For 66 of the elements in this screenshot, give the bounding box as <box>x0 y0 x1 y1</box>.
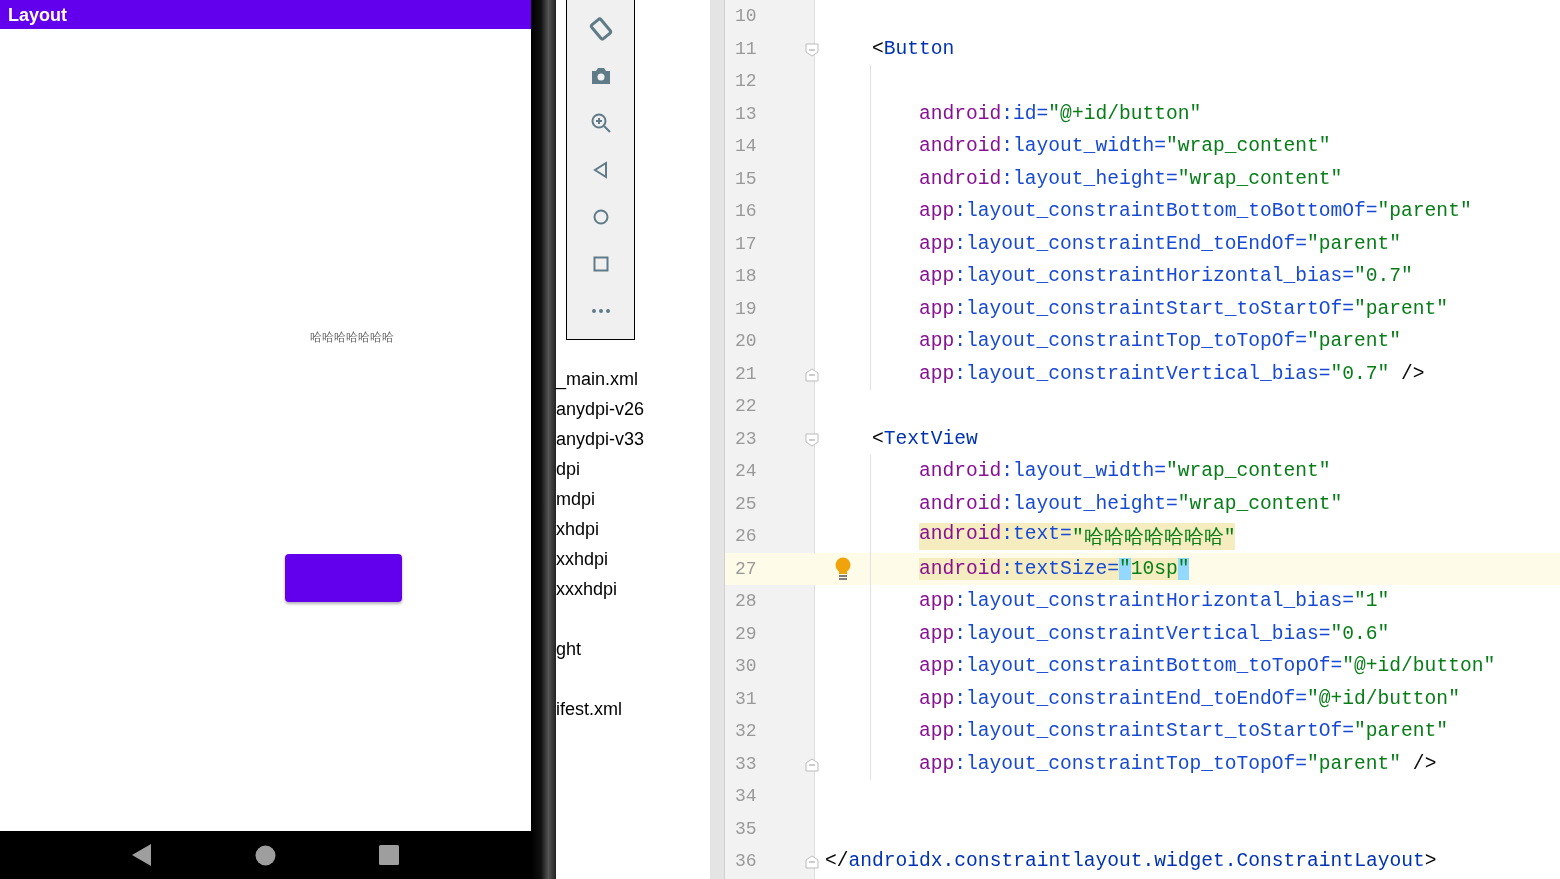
line-number: 11 <box>735 38 757 59</box>
code-line: <TextView <box>872 427 978 450</box>
line-number: 12 <box>735 71 757 92</box>
line-number: 10 <box>735 6 757 27</box>
tree-item[interactable]: anydpi-v33 <box>556 426 710 456</box>
tree-item[interactable]: ifest.xml <box>556 696 710 726</box>
back-icon[interactable] <box>131 844 152 866</box>
tree-item[interactable]: _main.xml <box>556 366 710 396</box>
rotate-icon[interactable] <box>587 16 614 42</box>
tree-item[interactable]: mdpi <box>556 486 710 516</box>
code-line: android:id="@+id/button" <box>919 102 1202 125</box>
code-editor[interactable] <box>725 0 1560 879</box>
code-line: app:layout_constraintHorizontal_bias="0.7" <box>919 265 1413 288</box>
line-number: 13 <box>735 103 757 124</box>
code-line: app:layout_constraintBottom_toBottomOf="parent" <box>919 200 1472 223</box>
app-title: Layout <box>8 3 67 26</box>
code-line: app:layout_constraintTop_toTopOf="parent" <box>919 330 1402 353</box>
line-number: 29 <box>735 623 757 644</box>
home-icon[interactable] <box>255 844 276 866</box>
line-number: 16 <box>735 201 757 222</box>
code-line: android:layout_height="wrap_content" <box>919 492 1343 515</box>
tree-item[interactable]: anydpi-v26 <box>556 396 710 426</box>
line-number: 18 <box>735 266 757 287</box>
overview-icon[interactable] <box>379 845 400 865</box>
tree-item[interactable]: ght <box>556 636 710 666</box>
code-line: app:layout_constraintVertical_bias="0.6" <box>919 622 1390 645</box>
line-number: 22 <box>735 396 757 417</box>
scrollbar[interactable] <box>710 0 725 879</box>
line-number: 27 <box>735 558 757 579</box>
line-number: 15 <box>735 168 757 189</box>
line-number: 23 <box>735 428 757 449</box>
line-number: 36 <box>735 851 757 872</box>
tree-item[interactable]: dpi <box>556 456 710 486</box>
code-line: app:layout_constraintTop_toTopOf="parent" /> <box>919 752 1437 775</box>
tree-item[interactable]: xxxhdpi <box>556 576 710 606</box>
code-line: <Button <box>872 37 955 60</box>
line-number: 17 <box>735 233 757 254</box>
line-number: 30 <box>735 656 757 677</box>
line-number: 20 <box>735 331 757 352</box>
code-line: app:layout_constraintStart_toStartOf="parent" <box>919 297 1449 320</box>
line-number: 34 <box>735 786 757 807</box>
lightbulb-icon[interactable] <box>835 556 851 583</box>
line-number: 19 <box>735 298 757 319</box>
line-number: 24 <box>735 461 757 482</box>
line-number: 33 <box>735 753 757 774</box>
code-line: app:layout_constraintHorizontal_bias="1" <box>919 590 1390 613</box>
code-line: android:layout_width="wrap_content" <box>919 135 1331 158</box>
line-number: 14 <box>735 136 757 157</box>
code-line: android:layout_width="wrap_content" <box>919 460 1331 483</box>
code-line: android:layout_height="wrap_content" <box>919 167 1343 190</box>
line-number: 21 <box>735 363 757 384</box>
code-line: app:layout_constraintEnd_toEndOf="parent" <box>919 232 1402 255</box>
code-line: app:layout_constraintEnd_toEndOf="@+id/button" <box>919 687 1460 710</box>
code-line: app:layout_constraintVertical_bias="0.7" /> <box>919 362 1425 385</box>
line-number: 32 <box>735 721 757 742</box>
tree-item[interactable]: xhdpi <box>556 516 710 546</box>
code-line: app:layout_constraintBottom_toTopOf="@+id/button" <box>919 655 1496 678</box>
line-number: 35 <box>735 818 757 839</box>
code-line: </androidx.constraintlayout.widget.ConstraintLayout> <box>825 850 1437 873</box>
text-view: 哈哈哈哈哈哈哈 <box>310 329 394 346</box>
line-number: 26 <box>735 526 757 547</box>
line-number: 28 <box>735 591 757 612</box>
line-number: 31 <box>735 688 757 709</box>
line-number: 25 <box>735 493 757 514</box>
tree-item[interactable]: xxhdpi <box>556 546 710 576</box>
code-line: app:layout_constraintStart_toStartOf="parent" <box>919 720 1449 743</box>
